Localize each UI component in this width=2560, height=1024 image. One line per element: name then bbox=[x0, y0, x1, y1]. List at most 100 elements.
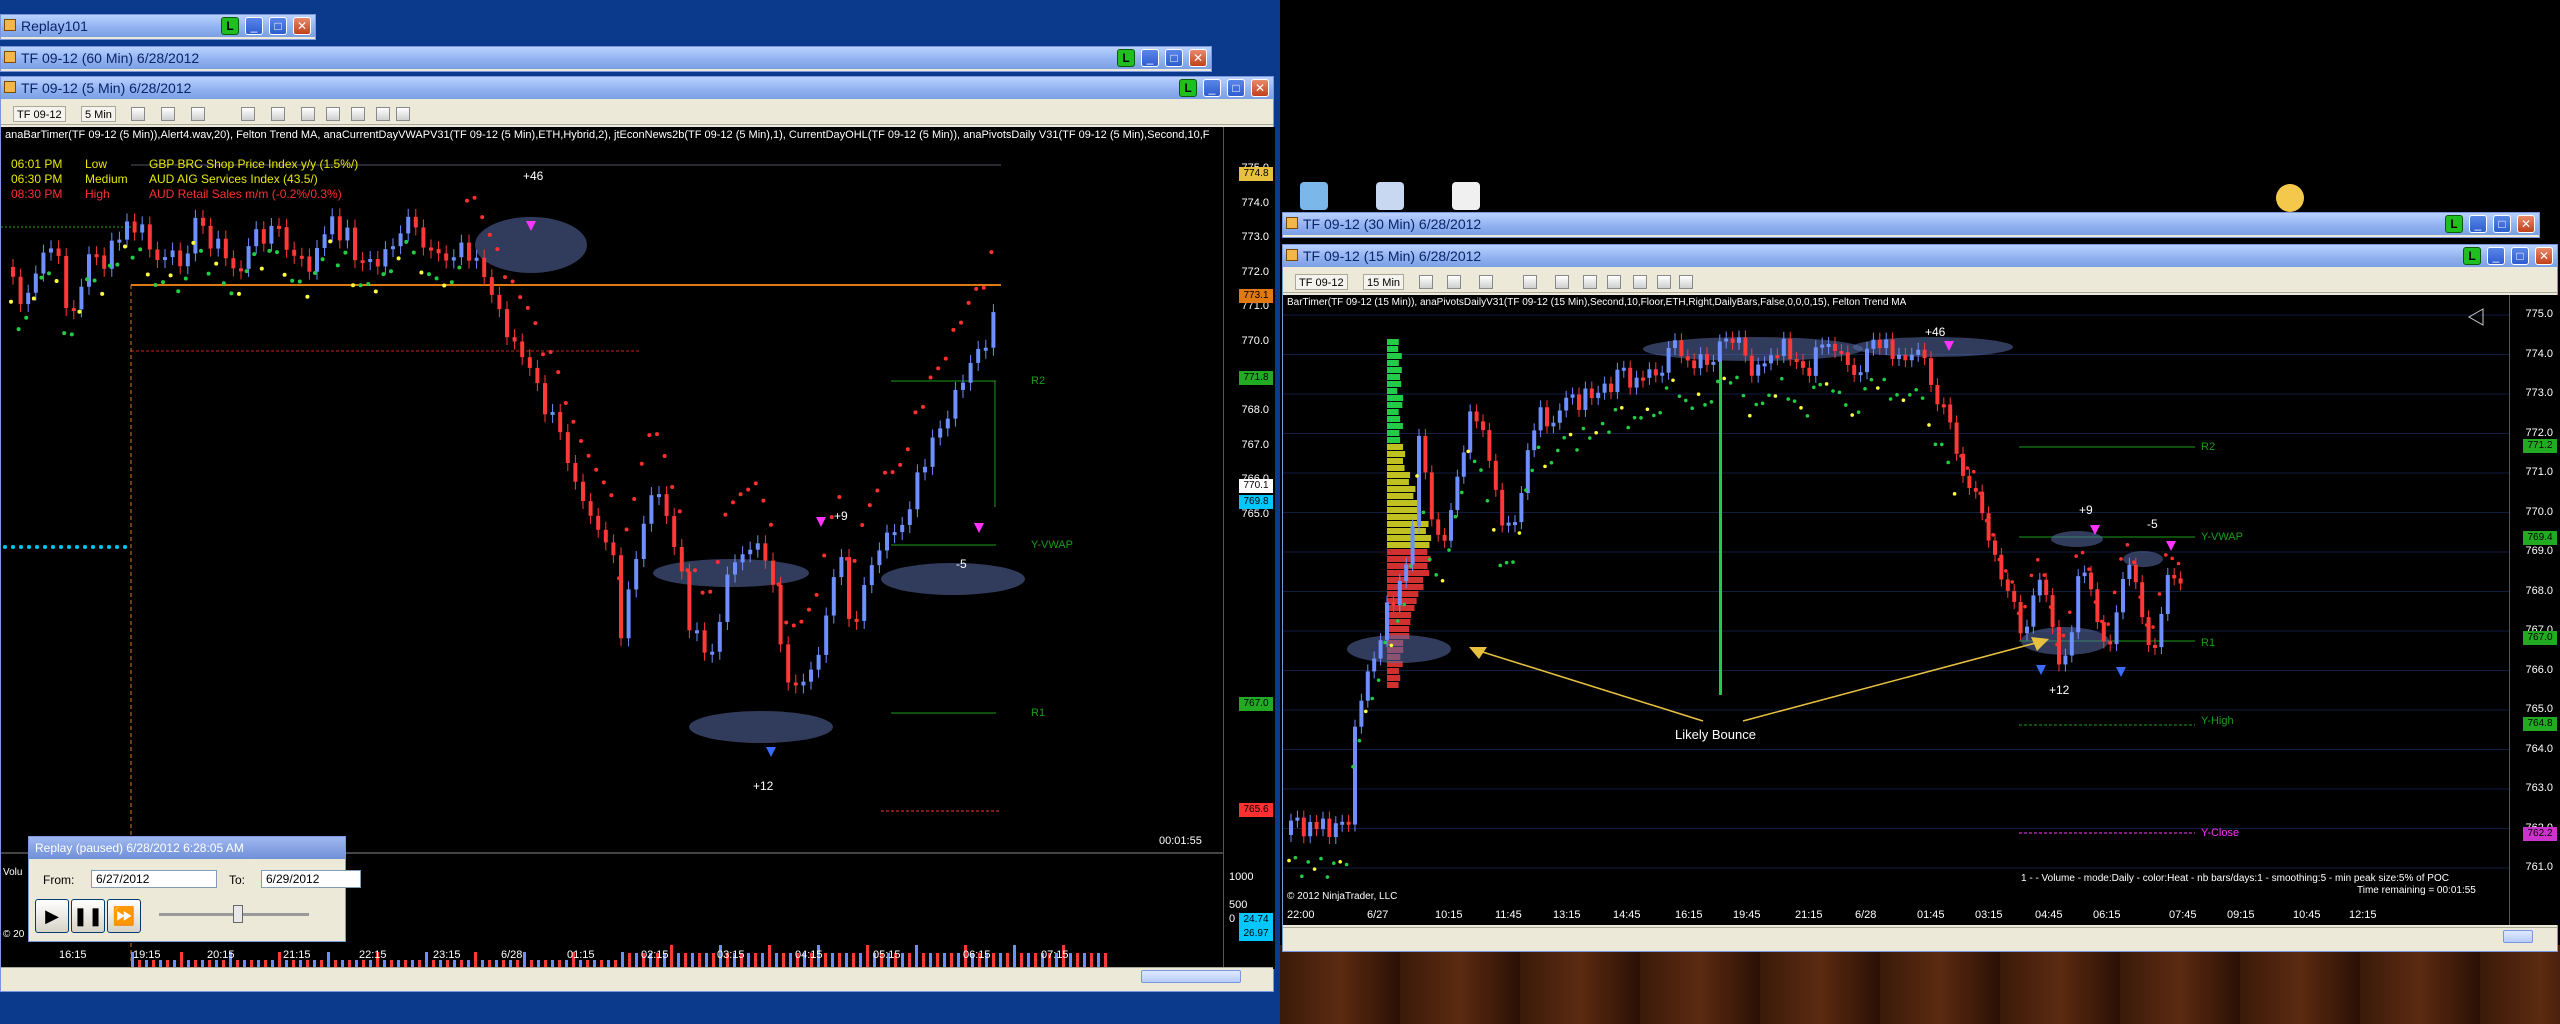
volume-profile-bar bbox=[1387, 675, 1400, 681]
bar-type-icon[interactable] bbox=[1419, 275, 1433, 289]
price-tick: 761.0 bbox=[2525, 861, 2553, 873]
candle-body bbox=[1929, 358, 1933, 385]
candle-body bbox=[1449, 510, 1453, 541]
properties-icon[interactable] bbox=[271, 107, 285, 121]
indicators-icon[interactable] bbox=[301, 107, 315, 121]
play-button[interactable]: ▶ bbox=[35, 899, 69, 933]
candle-body bbox=[1315, 822, 1319, 829]
pencil-icon[interactable] bbox=[161, 107, 175, 121]
instrument-selector[interactable]: TF 09-12 bbox=[13, 106, 66, 122]
instrument-selector[interactable]: TF 09-12 bbox=[1295, 274, 1348, 290]
replay101-window[interactable]: Replay101 L _ □ ✕ bbox=[0, 14, 316, 40]
news-time: 06:01 PM bbox=[11, 157, 62, 171]
candle-body bbox=[2172, 575, 2176, 578]
chart-nav-icon bbox=[2469, 309, 2483, 325]
close-button[interactable]: ✕ bbox=[2517, 215, 2535, 233]
data-box-icon[interactable] bbox=[396, 107, 410, 121]
time-tick: 04:45 bbox=[2035, 909, 2063, 921]
minimize-button[interactable]: _ bbox=[1203, 79, 1221, 97]
candle-body bbox=[1910, 355, 1914, 360]
interval-selector[interactable]: 5 Min bbox=[81, 106, 116, 122]
close-button[interactable]: ✕ bbox=[293, 17, 311, 35]
candle-body bbox=[1583, 389, 1587, 410]
price-panel-15min[interactable]: BarTimer(TF 09-12 (15 Min)), anaPivotsDa… bbox=[1283, 295, 2559, 925]
maximize-button[interactable]: □ bbox=[2511, 247, 2529, 265]
chart-window-30min[interactable]: TF 09-12 (30 Min) 6/28/2012 L _ □ ✕ bbox=[1282, 212, 2540, 238]
sun-icon[interactable] bbox=[2276, 184, 2304, 212]
indicators-icon[interactable] bbox=[1583, 275, 1597, 289]
trend-dot bbox=[75, 545, 79, 549]
minimize-button[interactable]: _ bbox=[1141, 49, 1159, 67]
print-icon[interactable] bbox=[1657, 275, 1671, 289]
dom-icon[interactable] bbox=[1633, 275, 1647, 289]
document-icon[interactable] bbox=[1452, 182, 1480, 210]
trend-ma-dot bbox=[579, 439, 583, 443]
fast-forward-button[interactable]: ⏩ bbox=[107, 899, 141, 933]
strategies-icon[interactable] bbox=[326, 107, 340, 121]
bar-type-icon[interactable] bbox=[131, 107, 145, 121]
scrollbar-thumb[interactable] bbox=[1141, 970, 1241, 983]
print-icon[interactable] bbox=[376, 107, 390, 121]
close-button[interactable]: ✕ bbox=[2535, 247, 2553, 265]
trend-ma-dot bbox=[1902, 398, 1906, 402]
highlight-ellipse bbox=[689, 711, 833, 743]
horizontal-scrollbar[interactable] bbox=[1283, 927, 2557, 945]
maximize-button[interactable]: □ bbox=[2493, 215, 2511, 233]
candle-body bbox=[1955, 422, 1959, 453]
replay-speed-slider[interactable] bbox=[159, 913, 309, 916]
trend-dot bbox=[83, 545, 87, 549]
link-button[interactable]: L bbox=[221, 17, 239, 35]
candle-body bbox=[475, 258, 479, 261]
replay-control-panel[interactable]: Replay (paused) 6/28/2012 6:28:05 AM Fro… bbox=[28, 836, 346, 942]
chart-window-15min[interactable]: TF 09-12 (15 Min) 6/28/2012 L _ □ ✕ TF 0… bbox=[1282, 244, 2558, 952]
recycle-bin-icon[interactable] bbox=[1300, 182, 1328, 210]
maximize-button[interactable]: □ bbox=[1227, 79, 1245, 97]
pencil-icon[interactable] bbox=[1447, 275, 1461, 289]
crosshair-icon[interactable] bbox=[1479, 275, 1493, 289]
zoom-icon[interactable] bbox=[1523, 275, 1537, 289]
maximize-button[interactable]: □ bbox=[269, 17, 287, 35]
close-button[interactable]: ✕ bbox=[1189, 49, 1207, 67]
chart-window-60min[interactable]: TF 09-12 (60 Min) 6/28/2012 L _ □ ✕ bbox=[0, 46, 1212, 72]
candle-body bbox=[1807, 368, 1811, 376]
trend-ma-dot bbox=[1415, 474, 1419, 478]
data-box-icon[interactable] bbox=[1679, 275, 1693, 289]
volume-bar bbox=[537, 960, 540, 967]
trend-ma-dot bbox=[488, 233, 492, 237]
slider-handle[interactable] bbox=[233, 905, 243, 923]
pause-button[interactable]: ❚❚ bbox=[71, 899, 105, 933]
crosshair-icon[interactable] bbox=[191, 107, 205, 121]
candle-body bbox=[421, 227, 425, 247]
scrollbar-thumb[interactable] bbox=[2503, 930, 2533, 943]
minimize-button[interactable]: _ bbox=[2487, 247, 2505, 265]
trend-ma-dot bbox=[427, 272, 431, 276]
desktop-wallpaper-floor bbox=[1280, 945, 2560, 1024]
horizontal-scrollbar[interactable] bbox=[1, 967, 1273, 985]
computer-icon[interactable] bbox=[1376, 182, 1404, 210]
candle-body bbox=[376, 259, 380, 266]
zoom-icon[interactable] bbox=[241, 107, 255, 121]
link-button[interactable]: L bbox=[1117, 49, 1135, 67]
trend-ma-dot bbox=[1575, 448, 1579, 452]
highlight-ellipse bbox=[1347, 635, 1451, 663]
close-button[interactable]: ✕ bbox=[1251, 79, 1269, 97]
minimize-button[interactable]: _ bbox=[2469, 215, 2487, 233]
link-button[interactable]: L bbox=[1179, 79, 1197, 97]
link-button[interactable]: L bbox=[2463, 247, 2481, 265]
from-date-picker[interactable]: 6/27/2012 bbox=[91, 870, 217, 888]
link-button[interactable]: L bbox=[2445, 215, 2463, 233]
dom-icon[interactable] bbox=[351, 107, 365, 121]
to-date-picker[interactable]: 6/29/2012 bbox=[261, 870, 361, 888]
candle-body bbox=[961, 383, 965, 390]
trend-ma-dot bbox=[184, 276, 188, 280]
minimize-button[interactable]: _ bbox=[245, 17, 263, 35]
properties-icon[interactable] bbox=[1555, 275, 1569, 289]
maximize-button[interactable]: □ bbox=[1165, 49, 1183, 67]
trend-ma-dot bbox=[1716, 380, 1720, 384]
candle-body bbox=[1782, 339, 1786, 356]
trend-ma-dot bbox=[1294, 856, 1298, 860]
volume-bar bbox=[180, 952, 183, 967]
strategies-icon[interactable] bbox=[1607, 275, 1621, 289]
interval-selector[interactable]: 15 Min bbox=[1363, 274, 1404, 290]
candle-body bbox=[1987, 513, 1991, 540]
